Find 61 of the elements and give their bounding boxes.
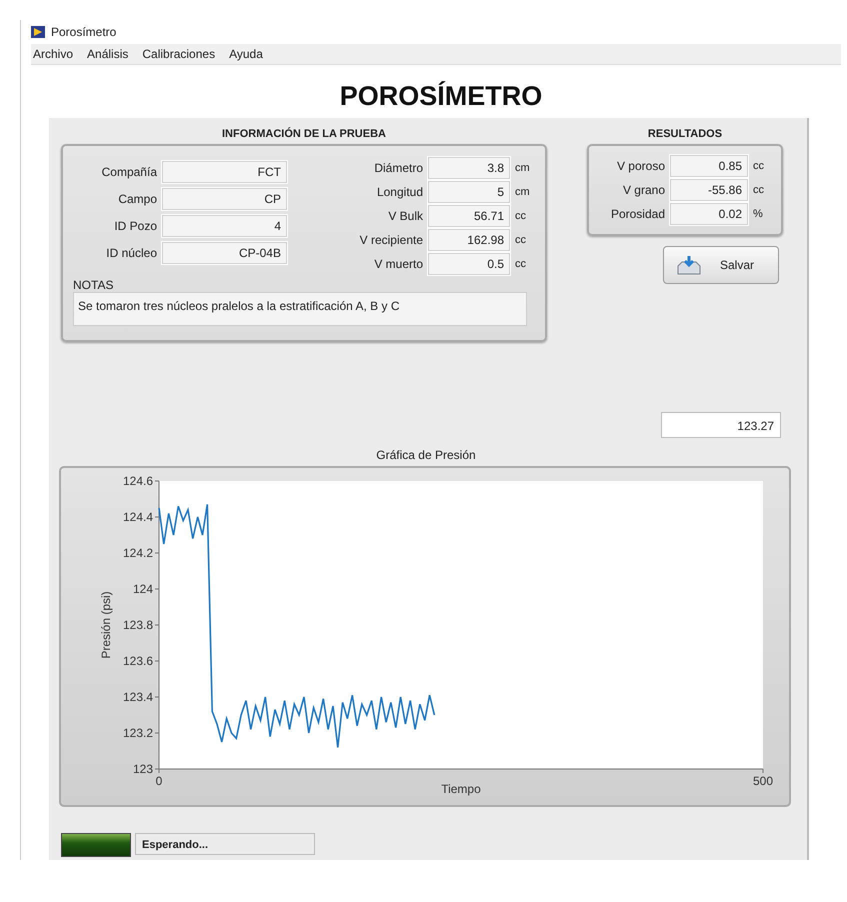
- numeric-field[interactable]: 0.5: [427, 252, 511, 276]
- field-label: V poroso: [616, 159, 665, 173]
- group-title: RESULTADOS: [648, 127, 722, 142]
- numeric-field: 0.85: [669, 154, 749, 178]
- unit-label: %: [753, 208, 764, 220]
- field-label: V muerto: [373, 257, 423, 271]
- field-label: ID Pozo: [113, 219, 157, 233]
- menu-item[interactable]: Análisis: [87, 47, 128, 61]
- text-field[interactable]: FCT: [161, 160, 288, 184]
- chart-title: Gráfica de Presión: [375, 447, 477, 464]
- pressure-readout: 123.27: [661, 412, 781, 438]
- field-label: V grano: [622, 183, 665, 197]
- notes-label: NOTAS: [73, 278, 114, 292]
- numeric-field[interactable]: 162.98: [427, 228, 511, 252]
- field-label: V recipiente: [358, 233, 423, 247]
- y-axis-label: Presión (psi): [99, 591, 113, 659]
- y-tick-label: 124.4: [122, 510, 153, 524]
- notes-field[interactable]: Se tomaron tres núcleos pralelos a la estratificación A, B y C: [73, 292, 527, 326]
- unit-label: cm: [515, 186, 531, 198]
- field-label: Porosidad: [610, 207, 665, 221]
- window-title: Porosímetro: [51, 25, 116, 39]
- numeric-field[interactable]: 3.8: [427, 156, 511, 180]
- save-button[interactable]: Salvar: [663, 246, 779, 284]
- field-label: V Bulk: [387, 209, 423, 223]
- y-tick-label: 123.6: [122, 654, 153, 668]
- y-tick-label: 124.2: [122, 546, 153, 560]
- unit-label: cc: [515, 210, 527, 222]
- status-field: Esperando...: [135, 833, 315, 855]
- numeric-field: 0.02: [669, 202, 749, 226]
- numeric-field[interactable]: 5: [427, 180, 511, 204]
- x-tick-label: 500: [752, 774, 774, 788]
- x-tick-label: 0: [156, 774, 162, 788]
- y-tick-label: 123: [132, 762, 153, 776]
- field-label: Compañía: [100, 165, 157, 179]
- y-tick-label: 123.4: [122, 690, 153, 704]
- group-title: INFORMACIÓN DE LA PRUEBA: [221, 126, 387, 142]
- unit-label: cc: [515, 258, 527, 270]
- y-tick-label: 123.8: [122, 618, 153, 632]
- y-tick-label: 124: [132, 582, 153, 596]
- field-label: Diámetro: [373, 161, 423, 175]
- field-label: Longitud: [376, 185, 423, 199]
- y-tick-label: 123.2: [122, 726, 153, 740]
- menu-item[interactable]: Calibraciones: [142, 47, 216, 61]
- app-icon: [31, 26, 45, 38]
- menu-item[interactable]: Ayuda: [229, 47, 263, 61]
- numeric-field[interactable]: 56.71: [427, 204, 511, 228]
- menu-item[interactable]: Archivo: [33, 47, 74, 61]
- unit-label: cc: [515, 234, 527, 246]
- text-field[interactable]: CP-04B: [161, 241, 288, 265]
- unit-label: cm: [515, 162, 531, 174]
- x-axis-label: Tiempo: [441, 782, 481, 796]
- y-tick-label: 124.6: [122, 474, 153, 488]
- field-label: ID núcleo: [105, 246, 157, 260]
- tray-download-icon: [676, 254, 702, 276]
- unit-label: cc: [753, 160, 765, 172]
- text-field[interactable]: 4: [161, 214, 288, 238]
- text-field[interactable]: CP: [161, 187, 288, 211]
- field-label: Campo: [117, 192, 157, 206]
- page-heading: POROSÍMETRO: [338, 81, 544, 112]
- numeric-field: -55.86: [669, 178, 749, 202]
- unit-label: cc: [753, 184, 765, 196]
